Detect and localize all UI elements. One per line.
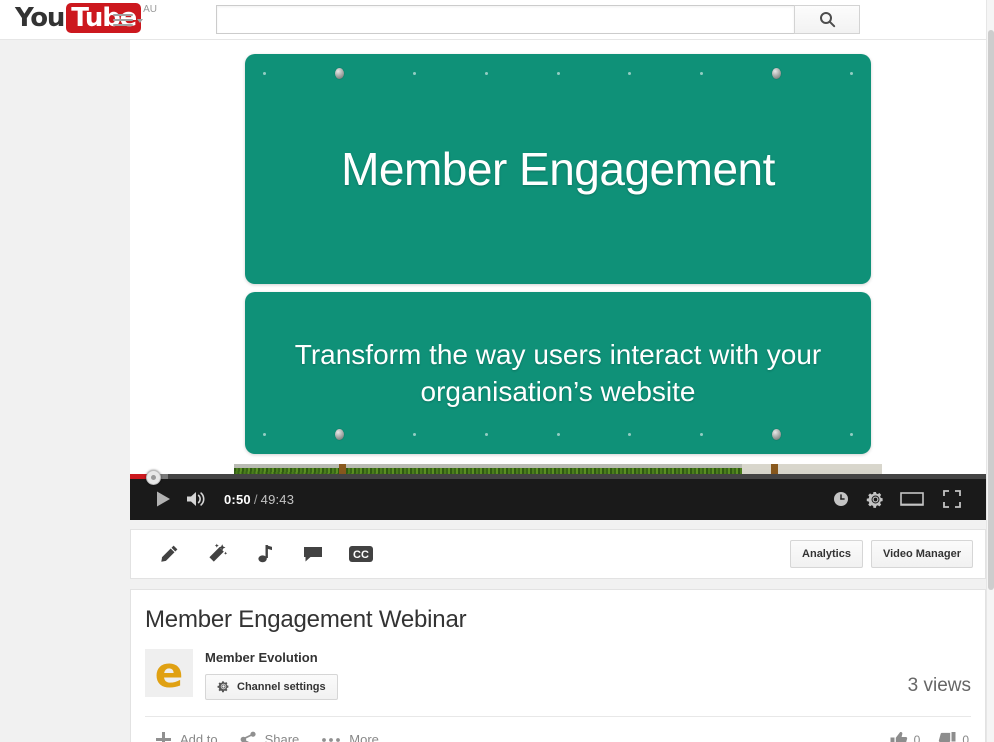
video-info-card: Member Engagement Webinar e Member Evolu… bbox=[130, 589, 986, 742]
avatar-letter: e bbox=[154, 647, 184, 697]
video-player[interactable]: Member Engagement Transform the way user… bbox=[130, 40, 986, 520]
captions-button[interactable]: CC bbox=[337, 531, 385, 577]
ellipsis-icon bbox=[322, 737, 341, 742]
theater-mode-icon bbox=[900, 492, 924, 506]
dislike-button[interactable]: 0 bbox=[938, 731, 969, 742]
sign-bottom-text: Transform the way users interact with yo… bbox=[294, 338, 822, 407]
video-action-bar: Add to Share More 0 0 bbox=[145, 715, 971, 742]
highway-sign-top: Member Engagement bbox=[245, 54, 871, 284]
watch-later-button[interactable] bbox=[824, 478, 858, 520]
channel-settings-label: Channel settings bbox=[237, 680, 326, 693]
sign-top-text: Member Engagement bbox=[341, 143, 775, 195]
channel-name[interactable]: Member Evolution bbox=[205, 650, 338, 665]
volume-on-icon bbox=[187, 492, 205, 506]
share-label: Share bbox=[264, 732, 300, 742]
captions-cc-icon: CC bbox=[349, 546, 373, 562]
gear-icon bbox=[866, 491, 883, 508]
video-edit-toolbar: CC Analytics Video Manager bbox=[130, 529, 986, 579]
sign-top-bolt-row bbox=[263, 68, 853, 79]
share-button[interactable]: Share bbox=[240, 731, 300, 742]
edit-tool-icons: CC bbox=[145, 531, 385, 577]
channel-settings-button[interactable]: Channel settings bbox=[205, 673, 338, 700]
logo-you-text: You bbox=[15, 3, 65, 33]
search-button[interactable] bbox=[794, 5, 860, 34]
guide-toggle-button[interactable] bbox=[113, 8, 149, 32]
scrollbar-thumb[interactable] bbox=[988, 30, 994, 590]
thumbs-up-icon bbox=[890, 732, 907, 742]
page-scrollbar[interactable] bbox=[986, 0, 994, 742]
clock-icon bbox=[834, 492, 848, 506]
more-label: More bbox=[349, 732, 379, 742]
enhancements-wand-icon bbox=[209, 543, 228, 562]
theater-mode-button[interactable] bbox=[892, 478, 932, 520]
edit-bar-actions: Analytics Video Manager bbox=[790, 540, 973, 568]
edit-info-icon bbox=[161, 545, 178, 562]
sign-bottom-bolt-row bbox=[263, 429, 853, 440]
svg-text:CC: CC bbox=[353, 549, 369, 561]
player-controls-bar: 0:50/49:43 bbox=[130, 470, 986, 520]
volume-button[interactable] bbox=[180, 478, 214, 520]
add-to-button[interactable]: Add to bbox=[155, 731, 218, 742]
masthead: You Tube AU bbox=[0, 0, 986, 40]
video-frame: Member Engagement Transform the way user… bbox=[130, 40, 986, 520]
settings-button[interactable] bbox=[858, 478, 892, 520]
like-count: 0 bbox=[913, 732, 921, 742]
gear-icon bbox=[217, 681, 229, 693]
analytics-button[interactable]: Analytics bbox=[790, 540, 863, 568]
fullscreen-icon bbox=[943, 490, 961, 508]
enhancements-button[interactable] bbox=[193, 531, 241, 577]
add-to-label: Add to bbox=[180, 732, 218, 742]
time-separator: / bbox=[253, 491, 258, 507]
highway-sign-bottom: Transform the way users interact with yo… bbox=[245, 292, 871, 454]
play-icon bbox=[157, 491, 170, 507]
time-display: 0:50/49:43 bbox=[224, 492, 294, 507]
thumbs-down-icon bbox=[939, 732, 956, 742]
player-left-controls: 0:50/49:43 bbox=[146, 478, 294, 520]
time-duration: 49:43 bbox=[260, 491, 295, 507]
annotations-bubble-icon bbox=[304, 547, 322, 562]
video-title: Member Engagement Webinar bbox=[145, 606, 467, 633]
edit-info-button[interactable] bbox=[145, 531, 193, 577]
search-form bbox=[216, 5, 860, 34]
audio-button[interactable] bbox=[241, 531, 289, 577]
audio-note-icon bbox=[258, 545, 272, 563]
hamburger-menu-icon bbox=[113, 14, 133, 26]
search-icon bbox=[819, 12, 835, 28]
youtube-watch-page: You Tube AU Member Engagement Transform … bbox=[0, 0, 994, 742]
plus-icon bbox=[156, 732, 171, 742]
view-count: 3 views bbox=[907, 674, 971, 696]
share-icon bbox=[240, 731, 256, 742]
time-current: 0:50 bbox=[224, 491, 251, 507]
channel-row: e Member Evolution Channel settings 3 vi… bbox=[145, 647, 971, 700]
like-button[interactable]: 0 bbox=[890, 731, 921, 742]
ratings-group: 0 0 bbox=[890, 731, 969, 742]
channel-avatar[interactable]: e bbox=[145, 647, 193, 697]
video-manager-button[interactable]: Video Manager bbox=[870, 540, 973, 568]
search-input[interactable] bbox=[216, 5, 794, 34]
play-button[interactable] bbox=[146, 478, 180, 520]
more-button[interactable]: More bbox=[321, 732, 379, 742]
annotations-button[interactable] bbox=[289, 531, 337, 577]
player-right-controls bbox=[824, 478, 972, 520]
dislike-count: 0 bbox=[962, 732, 969, 742]
chevron-down-icon bbox=[137, 19, 143, 23]
fullscreen-button[interactable] bbox=[932, 478, 972, 520]
content-column: Member Engagement Transform the way user… bbox=[130, 40, 986, 742]
channel-meta: Member Evolution Channel settings bbox=[205, 649, 338, 700]
